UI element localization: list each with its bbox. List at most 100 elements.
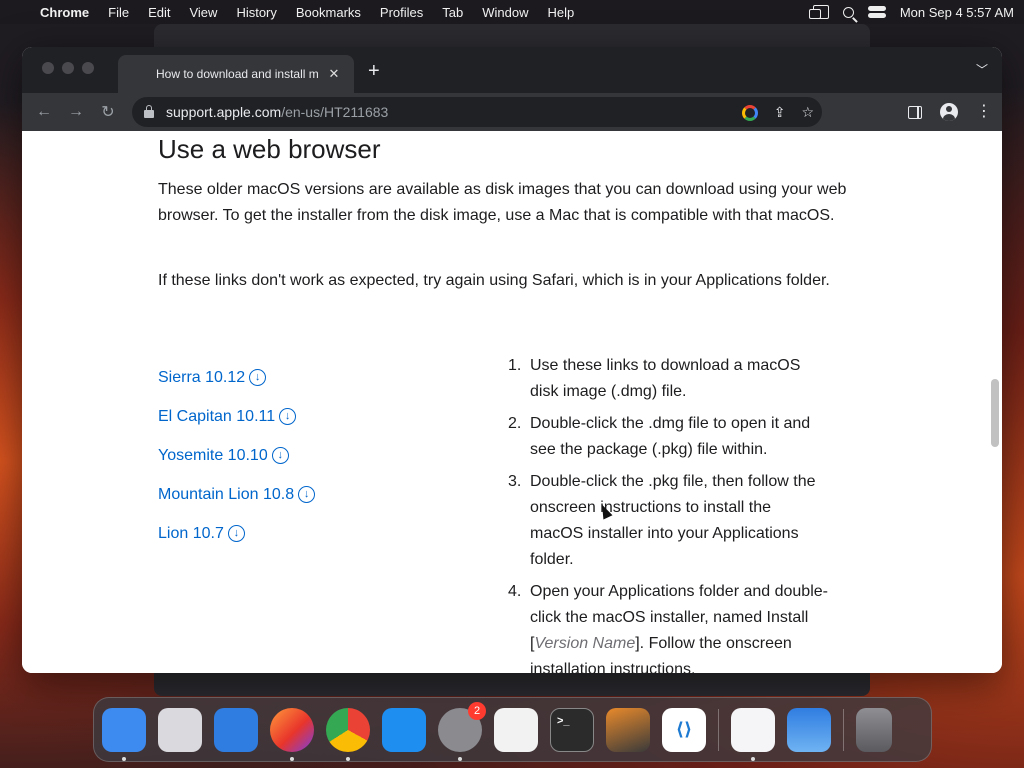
download-arrow-icon: ↓: [298, 486, 316, 503]
new-tab-button[interactable]: +: [368, 60, 380, 83]
close-window-button[interactable]: [42, 62, 54, 74]
menu-bookmarks[interactable]: Bookmarks: [296, 5, 361, 20]
minimize-window-button[interactable]: [62, 62, 74, 74]
running-indicator: [458, 756, 462, 761]
address-bar-actions: ⇪ ☆: [741, 104, 814, 121]
share-icon[interactable]: ⇪: [774, 104, 786, 121]
step-text: Open your Applications folder and double…: [530, 579, 828, 673]
menu-bar: Chrome File Edit View History Bookmarks …: [0, 0, 1024, 24]
tab-search-chevron-icon[interactable]: ﹀: [976, 61, 988, 78]
download-link-label: Lion 10.7: [158, 524, 224, 542]
step-text-version-name: Version Name: [534, 635, 636, 652]
system-settings-icon[interactable]: 2: [438, 701, 486, 761]
download-link-label: Sierra 10.12: [158, 368, 246, 386]
menu-tab[interactable]: Tab: [442, 5, 463, 20]
running-indicator: [346, 756, 350, 761]
tab-strip: How to download and install m ✕ + ﹀: [22, 47, 1002, 93]
notification-badge: 2: [468, 701, 486, 720]
toolbar-actions: ⋮: [908, 103, 992, 121]
launchpad-icon[interactable]: [158, 707, 202, 752]
more-menu-icon[interactable]: ⋮: [976, 104, 992, 120]
trash-icon[interactable]: [856, 707, 892, 752]
download-link-sierra[interactable]: Sierra 10.12 ↓: [158, 358, 315, 397]
running-indicator: [751, 756, 755, 761]
lock-icon[interactable]: [144, 104, 154, 118]
visual-studio-icon[interactable]: [731, 707, 775, 761]
download-link-el-capitan[interactable]: El Capitan 10.11 ↓: [158, 397, 315, 436]
menu-bar-clock[interactable]: Mon Sep 4 5:57 AM: [900, 5, 1014, 20]
menu-bar-status: Mon Sep 4 5:57 AM: [808, 5, 1014, 20]
menu-file[interactable]: File: [108, 5, 129, 20]
safari-icon[interactable]: [214, 707, 258, 752]
side-panel-icon[interactable]: [908, 105, 922, 119]
install-steps: 1. Use these links to download a macOS d…: [508, 353, 828, 673]
step-item: 1. Use these links to download a macOS d…: [508, 353, 828, 405]
section-heading: Use a web browser: [158, 134, 381, 164]
weather-icon[interactable]: [787, 707, 831, 752]
step-text: Use these links to download a macOS disk…: [530, 357, 801, 400]
download-link-label: Yosemite 10.10: [158, 446, 268, 464]
running-indicator: [122, 756, 126, 761]
reload-icon[interactable]: ↻: [92, 102, 124, 122]
dock: 2 >_ ⟨⟩: [93, 697, 932, 762]
download-link-lion[interactable]: Lion 10.7 ↓: [158, 514, 315, 553]
menu-window[interactable]: Window: [482, 5, 528, 20]
step-number: 4.: [508, 583, 522, 600]
page-content: Use a web browser These older macOS vers…: [22, 131, 1002, 673]
download-arrow-icon: ↓: [279, 408, 297, 425]
download-arrow-icon: ↓: [271, 447, 289, 464]
download-link-label: El Capitan 10.11: [158, 407, 276, 425]
download-arrow-icon: ↓: [227, 525, 245, 542]
download-arrow-icon: ↓: [249, 369, 267, 386]
terminal-icon[interactable]: >_: [550, 707, 594, 752]
back-arrow-icon[interactable]: ←: [28, 103, 60, 121]
menu-history[interactable]: History: [236, 5, 276, 20]
finder-icon[interactable]: [102, 707, 146, 761]
download-links: Sierra 10.12 ↓ El Capitan 10.11 ↓ Yosemi…: [158, 358, 316, 553]
bookmark-star-icon[interactable]: ☆: [801, 104, 814, 121]
dock-separator: [843, 708, 844, 751]
google-lens-icon[interactable]: [741, 104, 758, 121]
app-store-icon[interactable]: [382, 707, 426, 752]
menu-edit[interactable]: Edit: [148, 5, 170, 20]
url-host: support.apple.com: [166, 104, 282, 120]
step-item: 4. Open your Applications folder and dou…: [508, 579, 828, 673]
tab-title: How to download and install m: [156, 67, 319, 81]
step-number: 2.: [508, 415, 522, 432]
url-path: /en-us/HT211683: [281, 104, 389, 120]
menu-help[interactable]: Help: [548, 5, 575, 20]
forward-arrow-icon[interactable]: →: [60, 103, 92, 121]
intro-paragraph: These older macOS versions are available…: [158, 181, 847, 224]
garageband-icon[interactable]: [606, 707, 650, 752]
safari-note-paragraph: If these links don't work as expected, t…: [158, 272, 830, 289]
control-center-icon[interactable]: [867, 6, 886, 18]
stage-manager-icon[interactable]: [808, 5, 829, 19]
chrome-icon[interactable]: [326, 707, 370, 761]
close-tab-icon[interactable]: ✕: [326, 66, 342, 82]
step-text: Double-click the .dmg file to open it an…: [530, 415, 811, 458]
spotlight-search-icon[interactable]: [842, 6, 854, 18]
vscode-icon[interactable]: ⟨⟩: [662, 707, 706, 752]
step-number: 1.: [508, 357, 522, 374]
dock-separator: [718, 708, 719, 751]
menu-app-name[interactable]: Chrome: [40, 5, 89, 20]
download-link-label: Mountain Lion 10.8: [158, 485, 295, 503]
tab-active[interactable]: How to download and install m ✕: [118, 55, 354, 93]
menu-view[interactable]: View: [189, 5, 217, 20]
firefox-icon[interactable]: [270, 707, 314, 761]
step-item: 2. Double-click the .dmg file to open it…: [508, 411, 828, 463]
menu-profiles[interactable]: Profiles: [380, 5, 423, 20]
browser-toolbar: ← → ↻ support.apple.com/en-us/HT211683 ⇪…: [22, 93, 1002, 131]
zoom-window-button[interactable]: [82, 62, 94, 74]
running-indicator: [290, 756, 294, 761]
address-bar[interactable]: support.apple.com/en-us/HT211683 ⇪ ☆: [132, 97, 822, 127]
download-link-mountain-lion[interactable]: Mountain Lion 10.8 ↓: [158, 475, 316, 514]
window-controls: [42, 62, 94, 74]
page-scrollbar[interactable]: [991, 379, 999, 447]
textedit-icon[interactable]: [494, 707, 538, 752]
profile-avatar-icon[interactable]: [940, 103, 958, 121]
download-link-yosemite[interactable]: Yosemite 10.10 ↓: [158, 436, 315, 475]
step-item: 3. Double-click the .pkg file, then foll…: [508, 469, 828, 573]
step-text: Double-click the .pkg file, then follow …: [530, 473, 816, 568]
browser-window: How to download and install m ✕ + ﹀ ← → …: [22, 47, 1002, 673]
